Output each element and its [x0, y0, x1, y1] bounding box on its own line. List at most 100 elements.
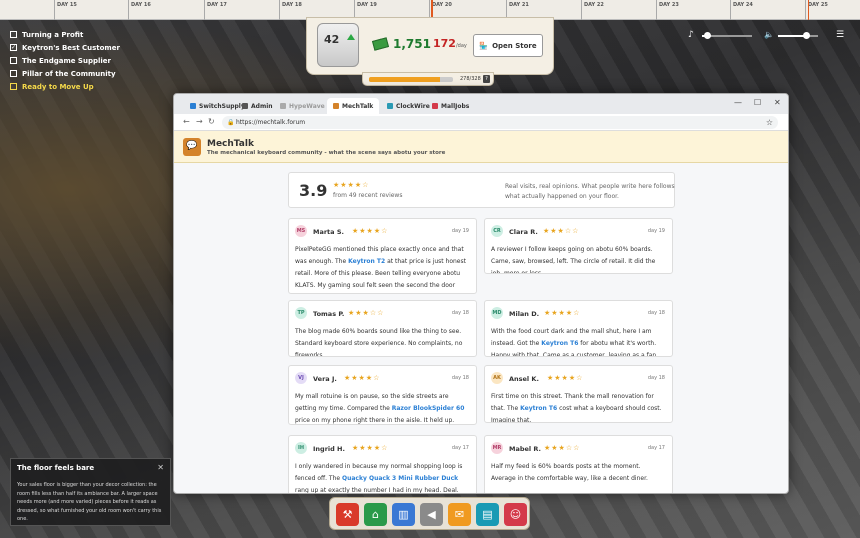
review-day: day 19 [647, 228, 665, 234]
goals-list: Turning a Profit ✓ Keytron's Best Custome… [10, 28, 120, 93]
goal-item[interactable]: Pillar of the Community [10, 67, 120, 80]
bookmark-star-icon[interactable]: ☆ [766, 116, 773, 129]
maximize-icon[interactable]: ☐ [754, 98, 761, 107]
review-stars: ★★★☆☆ [348, 309, 385, 317]
timeline-day-label: DAY 21 [509, 2, 529, 8]
product-link[interactable]: Keytron T2 [348, 258, 385, 265]
staff-icon[interactable]: ☺ [504, 503, 527, 526]
timeline-day-label: DAY 15 [57, 2, 77, 8]
rate-unit: /day [455, 43, 467, 49]
review-day: day 18 [451, 310, 469, 316]
site-subtitle: The mechanical keyboard community - what… [207, 150, 446, 156]
timeline-tick [54, 0, 55, 20]
review-text-segment: The blog made 60% boards sound like the … [295, 328, 463, 357]
close-icon[interactable]: ✕ [157, 463, 164, 472]
goal-label: Keytron's Best Customer [22, 43, 120, 52]
checkbox-icon [10, 70, 17, 77]
minimize-icon[interactable]: — [734, 98, 742, 107]
info-icon[interactable]: ? [483, 75, 490, 83]
timeline-day-label: DAY 24 [733, 2, 753, 8]
rate-value: 172 [433, 37, 456, 50]
tab-label: ClockWire [396, 102, 430, 110]
checkbox-icon [10, 83, 17, 90]
mechtalk-icon [333, 103, 339, 109]
review-stars: ★★★★☆ [544, 309, 581, 317]
chat-icon[interactable]: ✉ [448, 503, 471, 526]
review-card: IH Ingrid H. ★★★★☆ day 17 I only wandered in… [288, 435, 477, 493]
tab-label: HypeWave [289, 102, 325, 110]
avatar: MD [491, 307, 503, 319]
money-balance: 1,751 [393, 37, 431, 51]
chat-bubble-icon: 💬 [183, 138, 201, 156]
tab-admin[interactable]: Admin [236, 98, 279, 114]
close-icon[interactable]: ✕ [774, 98, 781, 107]
avatar: TP [295, 307, 307, 319]
review-text-segment: price on my phone right there in the ais… [295, 417, 455, 424]
register-count: 42 [324, 33, 340, 46]
review-text-segment: A reviewer I follow keeps going on abotu… [491, 246, 656, 274]
goal-item[interactable]: ✓ Keytron's Best Customer [10, 41, 120, 54]
music-slider-knob[interactable] [704, 32, 711, 39]
reviews-content[interactable]: 3.9 ★★★★☆ from 49 recent reviews Real vi… [174, 163, 788, 493]
goal-label: Pillar of the Community [22, 69, 116, 78]
store-icon[interactable]: ⌂ [364, 503, 387, 526]
goal-item[interactable]: Turning a Profit [10, 28, 120, 41]
newspaper-icon[interactable]: ▤ [476, 503, 499, 526]
product-link[interactable]: Quacky Quack 3 Mini Rubber Duck [342, 475, 458, 482]
timeline-tick [204, 0, 205, 20]
tab-hypewave[interactable]: HypeWave [274, 98, 331, 114]
review-day: day 18 [647, 375, 665, 381]
review-stars: ★★★☆☆ [544, 444, 581, 452]
avatar: AK [491, 372, 503, 384]
timeline-tick [128, 0, 129, 20]
clockwire-icon [387, 103, 393, 109]
reload-icon[interactable]: ↻ [208, 117, 215, 126]
tab-malljobs[interactable]: MallJobs [426, 98, 475, 114]
timeline-tick [279, 0, 280, 20]
checkbox-icon [10, 57, 17, 64]
checkbox-icon [10, 31, 17, 38]
review-card: TP Tomas P. ★★★☆☆ day 18 The blog made 60% b… [288, 300, 477, 357]
reviewer-name: Tomas P. [313, 310, 345, 318]
goal-item[interactable]: The Endgame Supplier [10, 54, 120, 67]
hammer-icon[interactable]: ⚒ [336, 503, 359, 526]
review-text: I only wandered in because my normal sho… [295, 461, 471, 493]
product-link[interactable]: Keytron T6 [541, 340, 578, 347]
timeline-tick [656, 0, 657, 20]
volume-slider-knob[interactable] [803, 32, 810, 39]
volume-slider-fill [778, 35, 806, 37]
review-count: from 49 recent reviews [333, 192, 403, 199]
open-store-button[interactable]: 🏪 Open Store [473, 34, 543, 57]
avatar: MS [295, 225, 307, 237]
cash-register-icon[interactable]: 42 [317, 23, 359, 67]
music-note-icon: ♪ [688, 30, 694, 40]
forward-icon[interactable]: → [196, 117, 203, 126]
megaphone-icon[interactable]: ◀ [420, 503, 443, 526]
timeline-day-label: DAY 17 [207, 2, 227, 8]
admin-icon [242, 103, 248, 109]
address-bar-row: ← → ↻ 🔒 https://mechtalk.forum ☆ [174, 114, 788, 131]
product-link[interactable]: Razor BlookSpider 60 [392, 405, 465, 412]
review-stars: ★★★★☆ [352, 444, 389, 452]
stats-icon[interactable]: ▥ [392, 503, 415, 526]
reviewer-name: Ansel K. [509, 375, 539, 383]
url-input[interactable]: 🔒 https://mechtalk.forum ☆ [222, 116, 778, 129]
goal-item-current[interactable]: Ready to Move Up [10, 80, 120, 93]
trend-up-icon [347, 34, 355, 40]
menu-icon[interactable]: ☰ [836, 30, 844, 40]
back-icon[interactable]: ← [183, 117, 190, 126]
review-text-segment: Half my feed is 60% boards posts at the … [491, 463, 648, 482]
review-card: VJ Vera J. ★★★★☆ day 18 My mall rotuine is o… [288, 365, 477, 425]
product-link[interactable]: Keytron T6 [520, 405, 557, 412]
review-card: MR Mabel R. ★★★☆☆ day 17 Half my feed is 60%… [484, 435, 673, 493]
tab-label: MallJobs [441, 102, 470, 110]
volume-icon: 🔈 [764, 30, 774, 39]
progress-text: 278/328 [460, 76, 481, 82]
hypewave-icon [280, 103, 286, 109]
tab-mechtalk[interactable]: MechTalk [327, 98, 380, 114]
rating-summary: 3.9 ★★★★☆ from 49 recent reviews Real vi… [288, 172, 675, 208]
timeline-day-label: DAY 19 [357, 2, 377, 8]
progress-bar [369, 77, 453, 82]
review-text: First time on this street. Thank the mal… [491, 391, 667, 422]
cash-stack-icon [371, 37, 390, 51]
